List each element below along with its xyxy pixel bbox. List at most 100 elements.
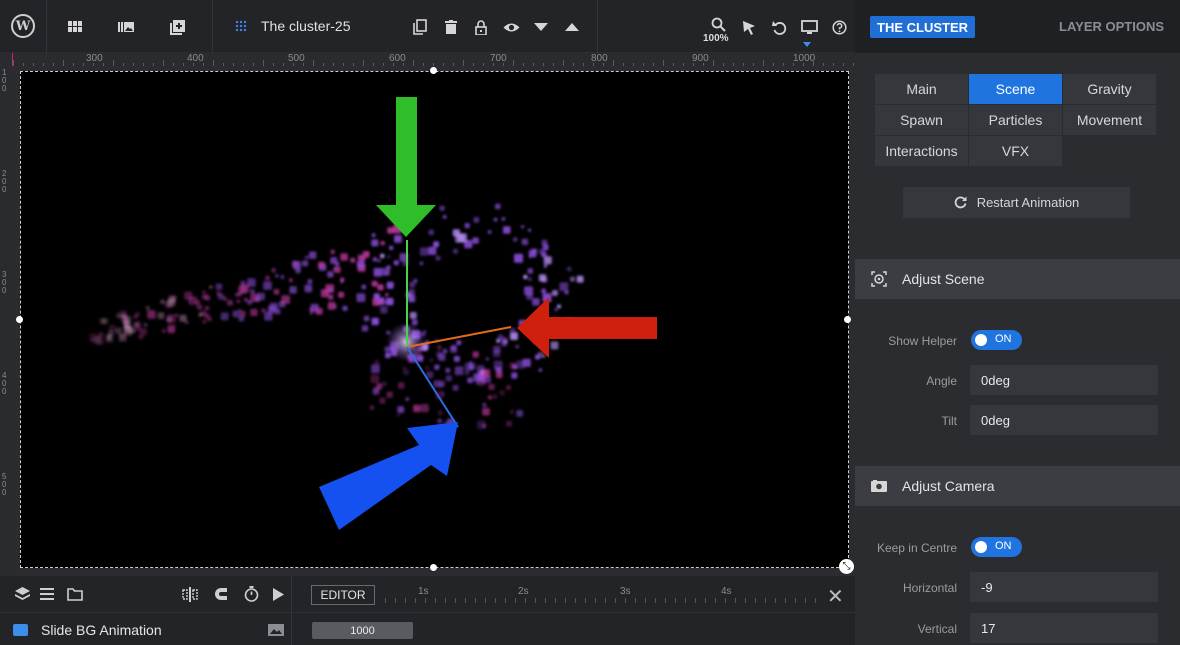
particle bbox=[550, 341, 559, 350]
layer-media-icon[interactable] bbox=[266, 620, 286, 640]
adjust-scene-header[interactable]: Adjust Scene bbox=[855, 259, 1180, 299]
library-icon[interactable] bbox=[116, 17, 136, 37]
particle bbox=[167, 326, 175, 334]
arrow-down-icon[interactable] bbox=[531, 17, 551, 37]
particle bbox=[387, 227, 394, 234]
particle bbox=[318, 261, 325, 269]
list-icon[interactable] bbox=[37, 584, 57, 604]
particle bbox=[467, 377, 473, 384]
timeline-mark: 4s bbox=[721, 586, 732, 597]
layers-icon[interactable] bbox=[12, 584, 32, 604]
particle bbox=[239, 310, 246, 317]
tab-scene[interactable]: Scene bbox=[969, 74, 1062, 104]
resize-handle-left[interactable] bbox=[16, 316, 23, 323]
resize-handle-bottom[interactable] bbox=[430, 564, 437, 571]
ruler-label: 300 bbox=[86, 53, 103, 64]
slide-title[interactable]: The cluster-25 bbox=[261, 18, 350, 34]
copy-icon[interactable] bbox=[410, 17, 430, 37]
add-slide-icon[interactable] bbox=[167, 17, 187, 37]
editor-button[interactable]: EDITOR bbox=[311, 585, 375, 605]
particle-cluster bbox=[89, 97, 657, 530]
particle bbox=[271, 268, 276, 273]
eye-icon[interactable] bbox=[501, 17, 521, 37]
timeline-tick bbox=[515, 598, 516, 603]
resize-corner-icon[interactable]: ⤡ bbox=[839, 559, 854, 574]
particle bbox=[482, 423, 487, 428]
particle bbox=[261, 308, 266, 313]
particle bbox=[376, 383, 383, 390]
keep-in-centre-toggle[interactable]: ON bbox=[971, 537, 1022, 557]
tab-movement[interactable]: Movement bbox=[1063, 105, 1156, 135]
particle bbox=[528, 254, 532, 259]
adjust-camera-header[interactable]: Adjust Camera bbox=[855, 466, 1180, 506]
desktop-icon[interactable] bbox=[799, 17, 819, 37]
tab-gravity[interactable]: Gravity bbox=[1063, 74, 1156, 104]
wordpress-logo[interactable]: W bbox=[11, 14, 35, 38]
particle bbox=[538, 368, 543, 372]
tab-main[interactable]: Main bbox=[875, 74, 968, 104]
restart-animation-button[interactable]: Restart Animation bbox=[903, 187, 1130, 218]
active-device-indicator bbox=[803, 42, 811, 47]
particle bbox=[371, 364, 380, 374]
angle-field[interactable]: 0deg bbox=[970, 365, 1158, 395]
resize-handle-top[interactable] bbox=[430, 67, 437, 74]
particle bbox=[380, 306, 388, 314]
slide-stage[interactable] bbox=[20, 71, 849, 568]
tab-interactions[interactable]: Interactions bbox=[875, 136, 968, 166]
help-icon[interactable] bbox=[829, 17, 849, 37]
timeline-tick bbox=[725, 598, 726, 603]
trash-icon[interactable] bbox=[441, 17, 461, 37]
particle bbox=[516, 410, 523, 417]
tilt-field[interactable]: 0deg bbox=[970, 405, 1158, 435]
tab-vfx[interactable]: VFX bbox=[969, 136, 1062, 166]
particle bbox=[265, 275, 270, 281]
particle bbox=[330, 257, 338, 264]
particle bbox=[216, 291, 221, 296]
tab-spawn[interactable]: Spawn bbox=[875, 105, 968, 135]
timeline-tick bbox=[615, 598, 616, 603]
timeline-tick bbox=[385, 598, 386, 603]
layer-options-tab[interactable]: LAYER OPTIONS bbox=[1059, 19, 1164, 34]
horizontal-field[interactable]: -9 bbox=[970, 572, 1158, 602]
show-helper-toggle[interactable]: ON bbox=[971, 330, 1022, 350]
particle bbox=[334, 266, 341, 273]
particle bbox=[487, 230, 492, 234]
particle bbox=[408, 289, 415, 296]
search-icon[interactable] bbox=[708, 14, 728, 34]
undo-icon[interactable] bbox=[769, 17, 789, 37]
particle bbox=[397, 406, 405, 413]
pointer-icon[interactable] bbox=[739, 17, 759, 37]
timeline-tick bbox=[735, 598, 736, 603]
slide-grid-icon bbox=[235, 20, 247, 32]
layer-name[interactable]: Slide BG Animation bbox=[41, 622, 162, 638]
particle bbox=[378, 300, 383, 305]
particle bbox=[309, 251, 317, 259]
particle bbox=[439, 380, 446, 387]
timeline-tick bbox=[505, 598, 506, 603]
align-icon[interactable] bbox=[180, 584, 200, 604]
resize-handle-right[interactable] bbox=[844, 316, 851, 323]
lock-icon[interactable] bbox=[471, 17, 491, 37]
play-icon[interactable] bbox=[268, 584, 288, 604]
timeline-tick bbox=[405, 598, 406, 603]
timeline-tick bbox=[415, 598, 416, 603]
layer-duration-bar[interactable]: 1000 bbox=[312, 622, 413, 639]
folder-icon[interactable] bbox=[65, 584, 85, 604]
magnet-icon[interactable] bbox=[211, 584, 231, 604]
ruler-corner bbox=[0, 53, 13, 66]
blue-arrow-annotation bbox=[319, 422, 458, 530]
particle bbox=[288, 278, 293, 283]
stopwatch-icon[interactable] bbox=[241, 584, 261, 604]
particle bbox=[409, 281, 416, 288]
close-timeline-icon[interactable]: ✕ bbox=[827, 584, 844, 609]
cluster-tab[interactable]: THE CLUSTER bbox=[870, 16, 975, 38]
grid-icon[interactable] bbox=[65, 17, 85, 37]
particle bbox=[305, 255, 309, 259]
particle bbox=[257, 292, 265, 301]
particle bbox=[532, 298, 540, 306]
layer-options-panel: THE CLUSTER LAYER OPTIONS Main Scene Gra… bbox=[855, 0, 1180, 645]
particle bbox=[511, 372, 518, 379]
tab-particles[interactable]: Particles bbox=[969, 105, 1062, 135]
vertical-field[interactable]: 17 bbox=[970, 613, 1158, 643]
arrow-up-icon[interactable] bbox=[562, 17, 582, 37]
